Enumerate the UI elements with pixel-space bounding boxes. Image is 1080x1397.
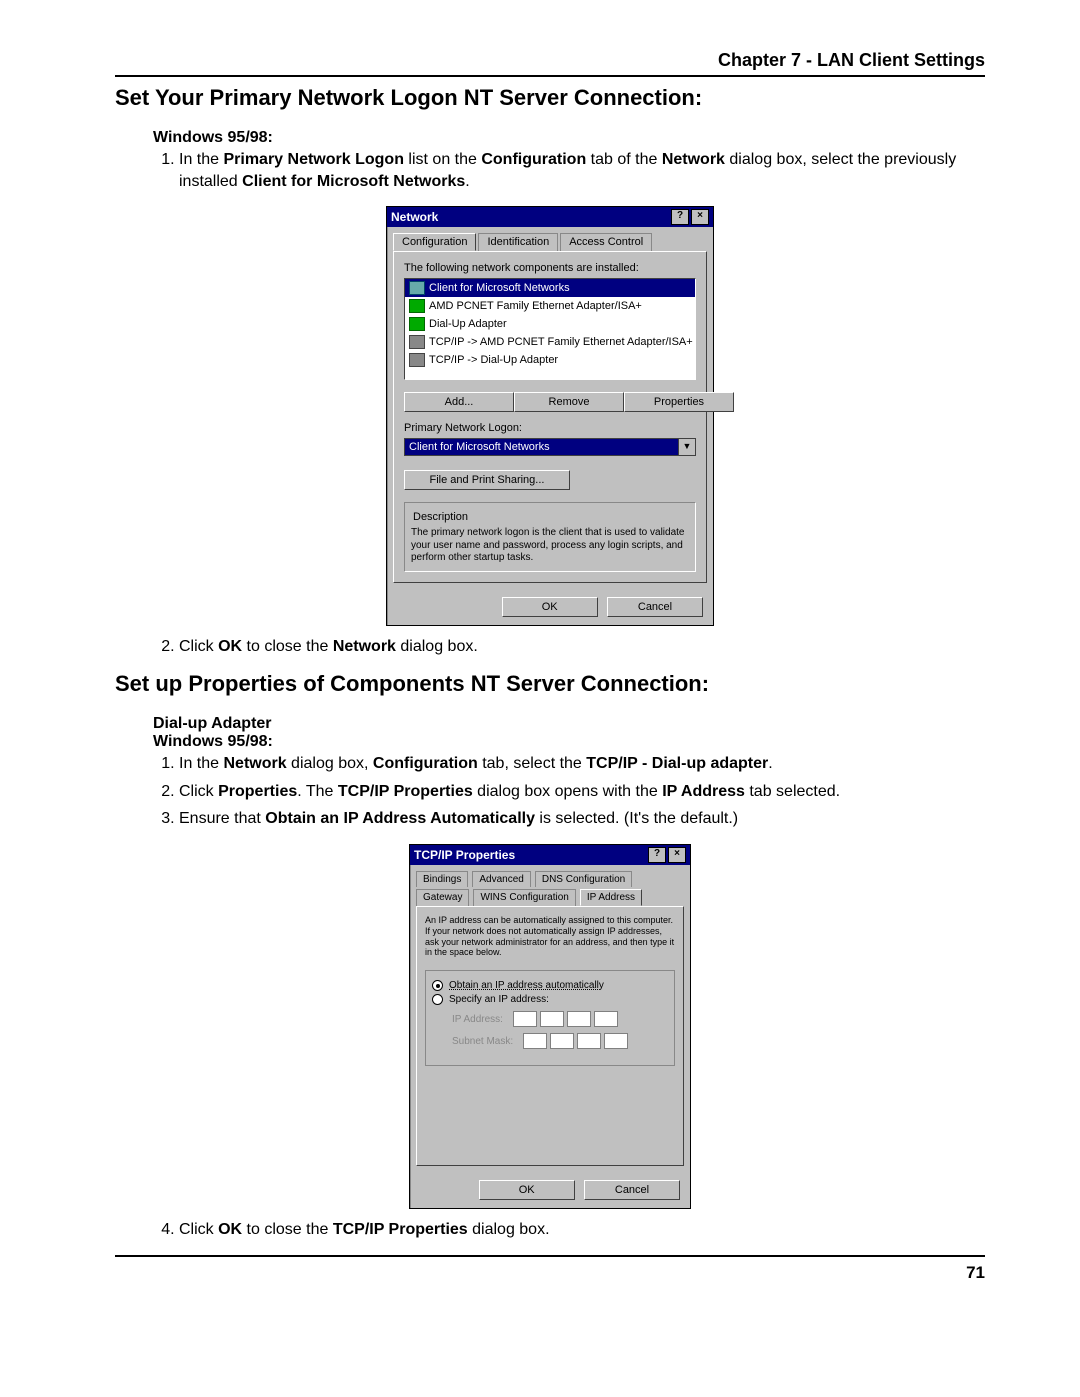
dialog-titlebar: TCP/IP Properties ? × [410, 845, 690, 865]
description-text: The primary network logon is the client … [411, 527, 689, 565]
section1-step1: In the Primary Network Logon list on the… [179, 149, 985, 192]
tab-gateway[interactable]: Gateway [416, 889, 469, 906]
list-item[interactable]: Dial-Up Adapter [405, 315, 695, 333]
cancel-button[interactable]: Cancel [584, 1180, 680, 1200]
subheading-dialup: Dial-up Adapter [153, 715, 985, 733]
description-label: Description [411, 511, 470, 523]
header-rule [115, 75, 985, 77]
tcpip-dialog: TCP/IP Properties ? × Bindings Advanced … [409, 844, 691, 1209]
ip-intro-text: An IP address can be automatically assig… [425, 915, 675, 958]
tab-access-control[interactable]: Access Control [560, 233, 652, 251]
ok-button[interactable]: OK [479, 1180, 575, 1200]
subnet-mask-field[interactable] [523, 1033, 628, 1049]
description-group: Description The primary network logon is… [404, 502, 696, 572]
dialog-title: Network [391, 210, 438, 224]
section-title-2: Set up Properties of Components NT Serve… [115, 671, 985, 697]
radio-specify-ip[interactable]: Specify an IP address: [432, 994, 668, 1005]
ip-address-label: IP Address: [452, 1014, 503, 1025]
add-button[interactable]: Add... [404, 392, 514, 412]
chapter-header: Chapter 7 - LAN Client Settings [115, 50, 985, 71]
tab-body-configuration: The following network components are ins… [393, 251, 707, 583]
dialog-titlebar: Network ? × [387, 207, 713, 227]
help-button[interactable]: ? [671, 209, 689, 225]
section2-step4: Click OK to close the TCP/IP Properties … [179, 1219, 985, 1241]
ip-radio-group: Obtain an IP address automatically Speci… [425, 970, 675, 1066]
radio-obtain-auto[interactable]: Obtain an IP address automatically [432, 980, 668, 991]
section2-steps-cont: Click OK to close the TCP/IP Properties … [153, 1219, 985, 1241]
help-button[interactable]: ? [648, 847, 666, 863]
remove-button[interactable]: Remove [514, 392, 624, 412]
close-button[interactable]: × [668, 847, 686, 863]
section1-steps: In the Primary Network Logon list on the… [153, 149, 985, 192]
ok-button[interactable]: OK [502, 597, 598, 617]
file-print-sharing-button[interactable]: File and Print Sharing... [404, 470, 570, 490]
section1-step2: Click OK to close the Network dialog box… [179, 636, 985, 658]
subnet-mask-label: Subnet Mask: [452, 1036, 513, 1047]
components-listbox[interactable]: Client for Microsoft Networks AMD PCNET … [404, 278, 696, 380]
section-title-1: Set Your Primary Network Logon NT Server… [115, 85, 985, 111]
tab-dns[interactable]: DNS Configuration [535, 871, 632, 887]
tab-advanced[interactable]: Advanced [472, 871, 530, 887]
footer-rule [115, 1255, 985, 1257]
primary-logon-select[interactable]: Client for Microsoft Networks ▼ [404, 438, 696, 456]
subnet-mask-row: Subnet Mask: [452, 1033, 668, 1049]
tab-identification[interactable]: Identification [478, 233, 558, 251]
list-item[interactable]: TCP/IP -> Dial-Up Adapter [405, 351, 695, 369]
tab-configuration[interactable]: Configuration [393, 233, 476, 251]
primary-logon-label: Primary Network Logon: [404, 422, 696, 434]
properties-button[interactable]: Properties [624, 392, 734, 412]
tab-ip-address[interactable]: IP Address [580, 889, 642, 906]
dialog-title: TCP/IP Properties [414, 848, 515, 862]
subheading-win9598-2: Windows 95/98: [153, 733, 985, 751]
chevron-down-icon[interactable]: ▼ [678, 438, 696, 456]
ip-address-row: IP Address: [452, 1011, 668, 1027]
section2-step1: In the Network dialog box, Configuration… [179, 753, 985, 775]
section2-step2: Click Properties. The TCP/IP Properties … [179, 781, 985, 803]
network-dialog: Network ? × Configuration Identification… [386, 206, 714, 626]
primary-logon-value: Client for Microsoft Networks [404, 438, 678, 456]
adapter-icon [409, 299, 425, 313]
adapter-icon [409, 317, 425, 331]
list-item[interactable]: AMD PCNET Family Ethernet Adapter/ISA+ [405, 297, 695, 315]
radio-icon [432, 994, 443, 1005]
components-label: The following network components are ins… [404, 262, 696, 274]
protocol-icon [409, 353, 425, 367]
list-item[interactable]: Client for Microsoft Networks [405, 279, 695, 297]
tab-wins[interactable]: WINS Configuration [473, 889, 575, 906]
section2-steps: In the Network dialog box, Configuration… [153, 753, 985, 830]
client-icon [409, 281, 425, 295]
network-tabs: Configuration Identification Access Cont… [393, 233, 707, 251]
subheading-win9598-1: Windows 95/98: [153, 129, 985, 147]
radio-icon [432, 980, 443, 991]
close-button[interactable]: × [691, 209, 709, 225]
tcpip-tabs: Bindings Advanced DNS Configuration Gate… [416, 871, 684, 906]
cancel-button[interactable]: Cancel [607, 597, 703, 617]
protocol-icon [409, 335, 425, 349]
ip-address-field[interactable] [513, 1011, 618, 1027]
section2-step3: Ensure that Obtain an IP Address Automat… [179, 808, 985, 830]
page-number: 71 [115, 1263, 985, 1283]
section1-steps-cont: Click OK to close the Network dialog box… [153, 636, 985, 658]
list-item[interactable]: TCP/IP -> AMD PCNET Family Ethernet Adap… [405, 333, 695, 351]
tab-body-ip: An IP address can be automatically assig… [416, 906, 684, 1166]
tab-bindings[interactable]: Bindings [416, 871, 468, 887]
